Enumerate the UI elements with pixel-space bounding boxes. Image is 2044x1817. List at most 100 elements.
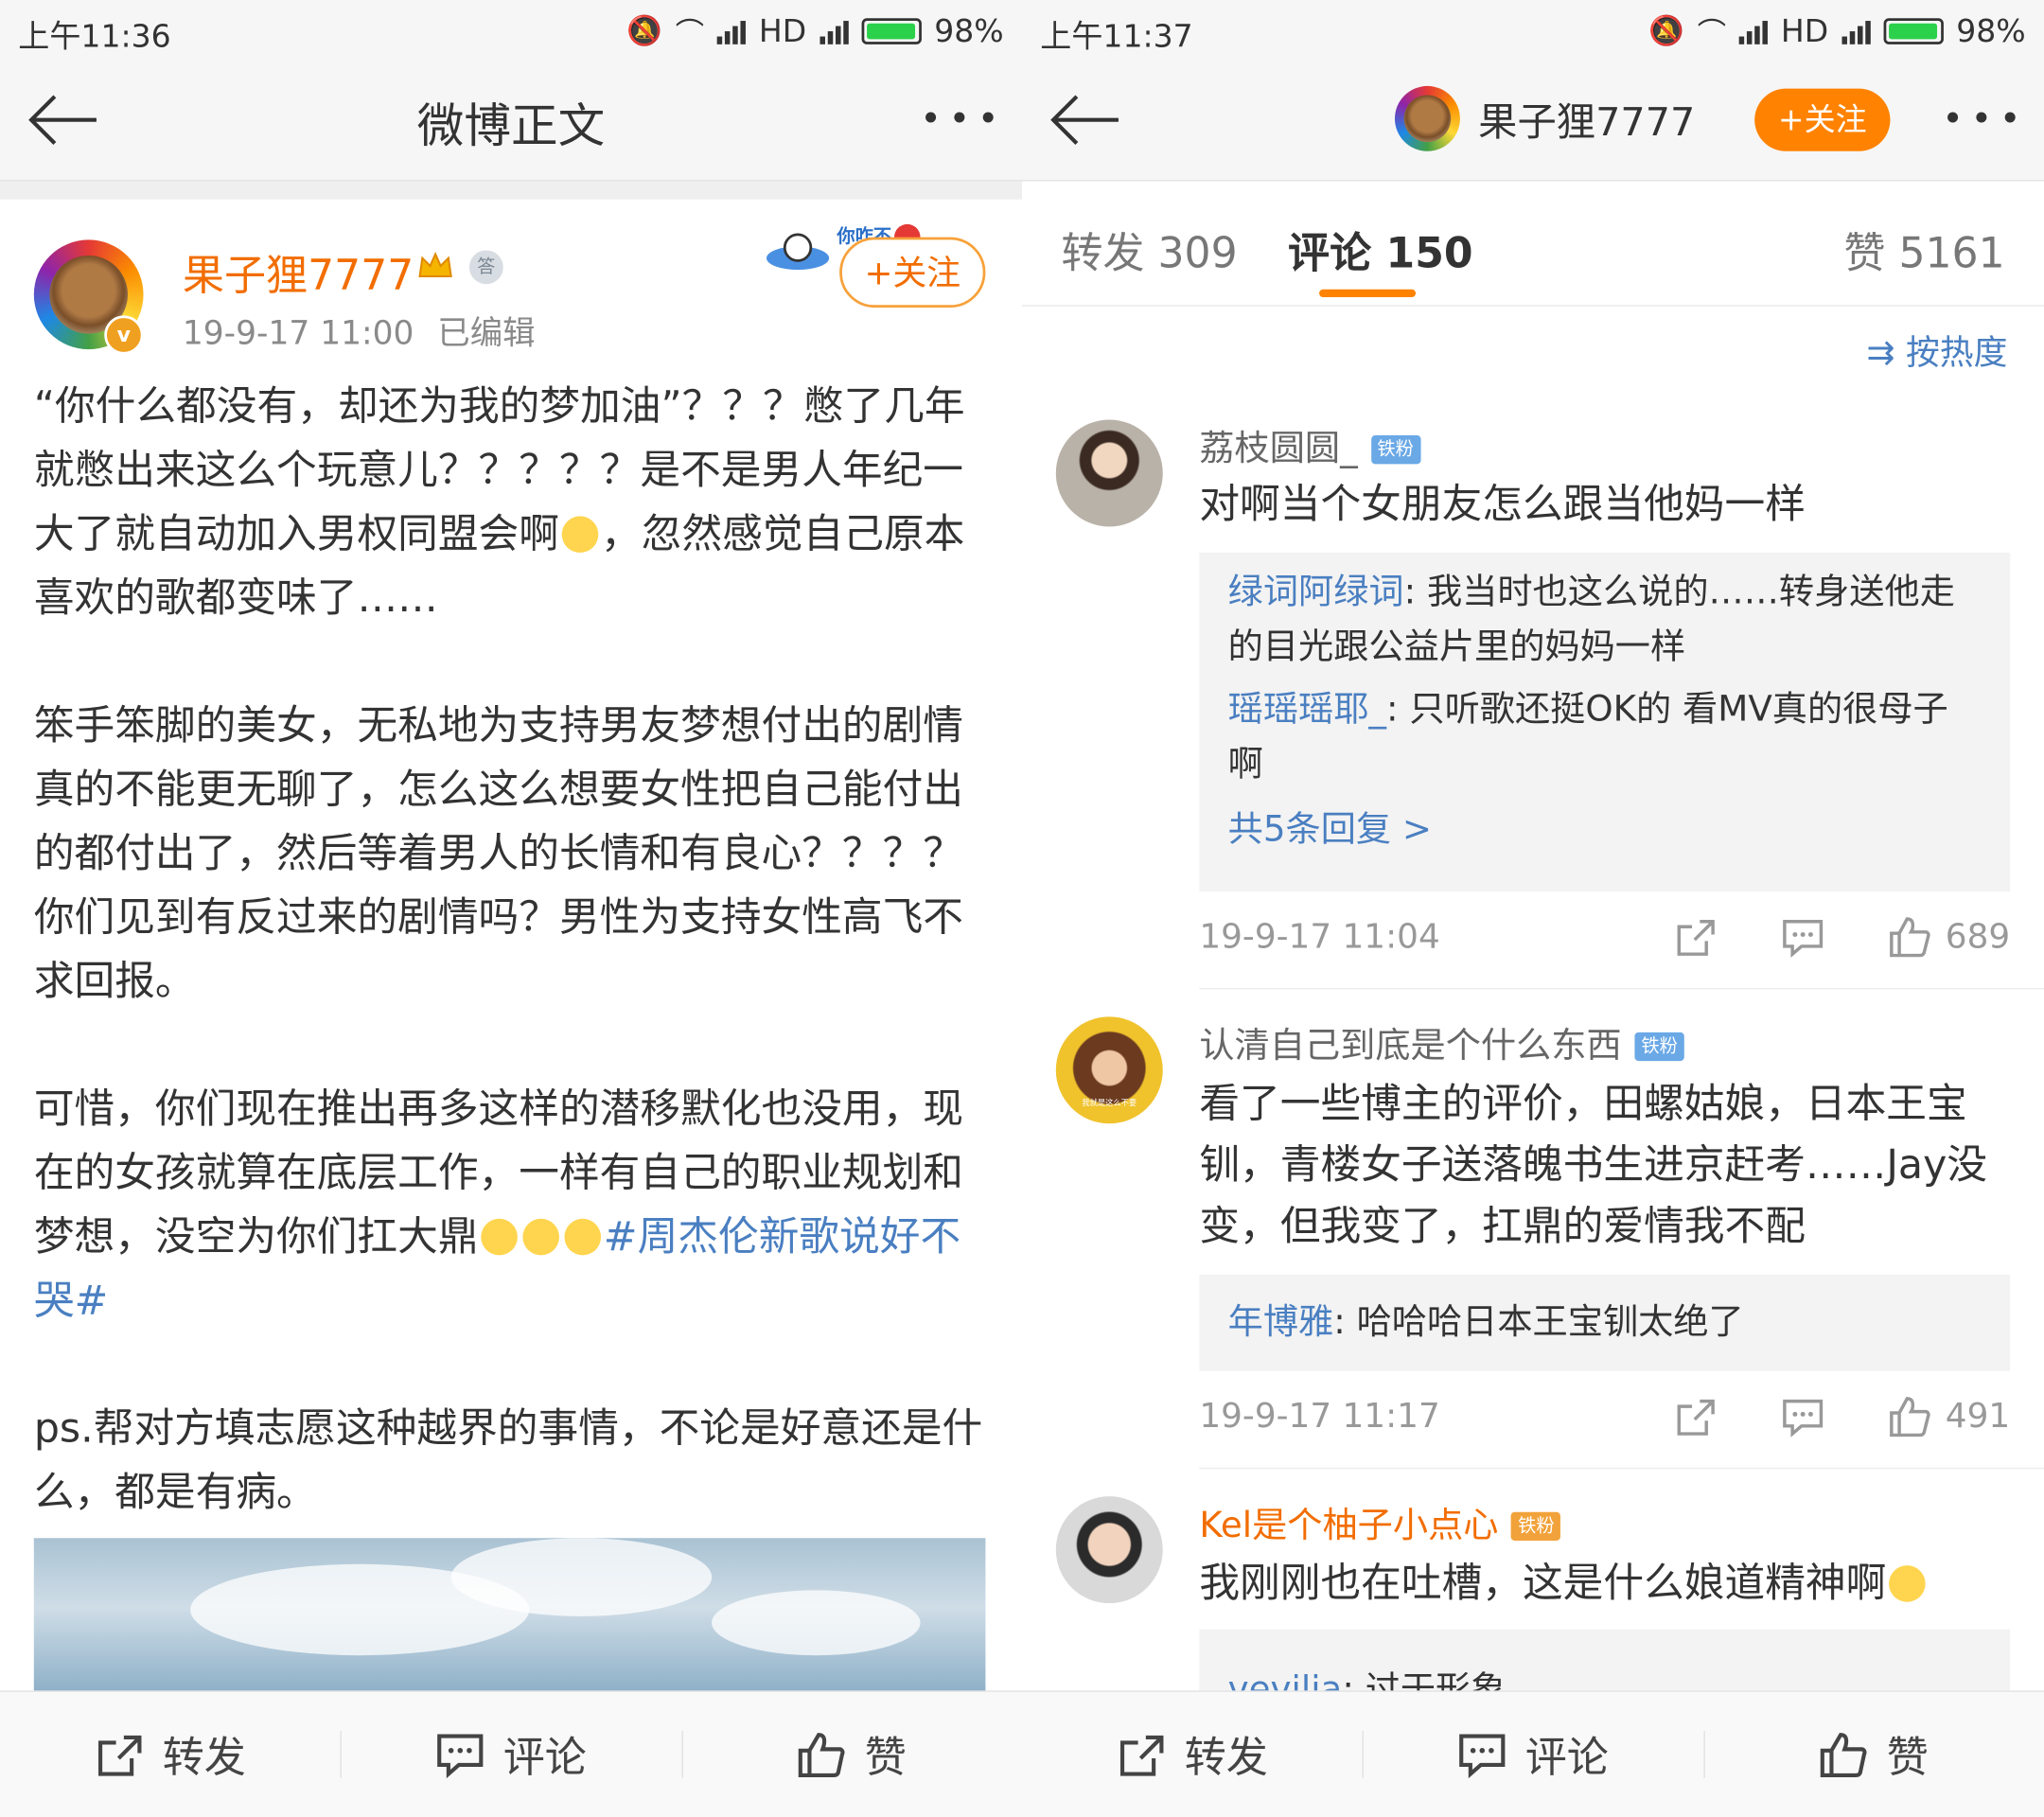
comment-time: 19-9-17 11:04 [1199, 917, 1440, 957]
follow-button[interactable]: +关注 [1754, 88, 1891, 151]
action-bar: 转发 评论 赞 [0, 1690, 1022, 1817]
repost-button[interactable]: 转发 [0, 1692, 341, 1817]
repost-icon[interactable] [1674, 1395, 1718, 1439]
sort-icon: ⇉ [1866, 333, 1906, 373]
comment-icon[interactable] [1781, 915, 1825, 960]
commenter-avatar[interactable]: 我就是这么不要 [1055, 1016, 1163, 1124]
status-bar: 上午11:37 🔕 ⌒ HD 98% [1021, 0, 2044, 61]
sort-by-hot-button[interactable]: ⇉ 按热度 [1867, 326, 2008, 374]
sort-label: 按热度 [1905, 333, 2008, 373]
reply-author[interactable]: 年博雅 [1228, 1302, 1334, 1343]
back-arrow-icon[interactable] [1048, 91, 1121, 149]
reply-item: 绿词阿绿词: 我当时也这么说的……转身送他走的目光跟公益片里的妈妈一样 [1228, 566, 1982, 676]
signal-icon-2 [819, 18, 849, 44]
battery-level: 98% [1956, 12, 2026, 50]
more-replies-link[interactable]: 共5条回复 > [1228, 803, 1982, 857]
commenter-name[interactable]: 荔枝圆圆_ 铁粉 [1199, 420, 1420, 471]
edited-label: 已编辑 [437, 313, 536, 352]
comment-time: 19-9-17 11:17 [1199, 1397, 1440, 1437]
author-avatar[interactable] [1394, 85, 1460, 151]
repost-label: 转发 [1184, 1732, 1268, 1782]
more-options-icon[interactable] [1947, 112, 2016, 123]
post-image[interactable] [33, 1538, 986, 1692]
thumbs-up-icon[interactable] [1888, 1395, 1932, 1439]
reply-box[interactable]: 绿词阿绿词: 我当时也这么说的……转身送他走的目光跟公益片里的妈妈一样 瑶瑶瑶耶… [1199, 552, 2011, 892]
reply-item: 瑶瑶瑶耶_: 只听歌还挺OK的 看MV真的很母子啊 [1228, 683, 1982, 793]
like-count: 491 [1945, 1397, 2011, 1437]
status-time: 上午11:37 [1040, 18, 1193, 55]
thumbs-up-icon[interactable] [1888, 915, 1932, 960]
action-bar: 转发 评论 赞 [1021, 1690, 2044, 1817]
header-author[interactable]: 果子狸7777 [1394, 85, 1695, 151]
battery-level: 98% [934, 12, 1004, 50]
comment-footer: 19-9-17 11:17 491 [1199, 1395, 2010, 1447]
active-tab-indicator [1319, 289, 1417, 298]
laughing-emoji-icon [1889, 1565, 1926, 1602]
status-time: 上午11:36 [18, 18, 171, 55]
comment-text: 看了一些博主的评价，田螺姑娘，日本王宝钏，青楼女子送落魄书生进京赶考……Jay没… [1199, 1080, 1988, 1250]
thumbs-up-icon [799, 1733, 845, 1777]
reply-item: 年博雅: 哈哈哈日本王宝钏太绝了 [1228, 1296, 1982, 1350]
author-name[interactable]: 果子狸7777 [1478, 90, 1695, 148]
signal-icon [716, 18, 747, 44]
post-time: 19-9-17 11:00 [182, 313, 414, 352]
divider [1199, 988, 2044, 990]
page-title: 微博正文 [416, 100, 606, 154]
post-meta: 19-9-17 11:00 已编辑 [183, 308, 536, 355]
reply-author[interactable]: 瑶瑶瑶耶_ [1228, 690, 1386, 731]
shrug-emoji-icon [564, 1218, 602, 1256]
comment-icon [437, 1734, 484, 1779]
separator [0, 181, 1022, 200]
post-detail-screen: 上午11:36 🔕 ⌒ HD 98% 微博正文 v 果子狸7777 答 19-9 [0, 0, 1022, 1817]
repost-icon [97, 1735, 141, 1776]
signal-icon [1738, 18, 1769, 44]
like-button[interactable]: 赞 [680, 1692, 1022, 1817]
comment-button[interactable]: 评论 [340, 1692, 681, 1817]
mute-icon: 🔕 [1648, 14, 1684, 48]
commenter-avatar[interactable] [1055, 419, 1163, 527]
comment-icon [1459, 1734, 1506, 1779]
repost-icon[interactable] [1674, 915, 1718, 960]
post-content: “你什么都没有，却还为我的梦加油”？？？憋了几年就憋出来这么个玩意儿？？？？？是… [34, 376, 991, 1589]
mute-icon: 🔕 [626, 14, 662, 48]
reply-text: : 哈哈哈日本王宝钏太绝了 [1333, 1301, 1744, 1343]
comment-icon[interactable] [1781, 1395, 1825, 1439]
reply-author[interactable]: 绿词阿绿词 [1228, 573, 1404, 613]
status-bar: 上午11:36 🔕 ⌒ HD 98% [0, 0, 1022, 61]
repost-label: 转发 [162, 1732, 246, 1782]
comment-text: 对啊当个女朋友怎么跟当他妈一样 [1199, 481, 1806, 528]
tab-repost[interactable]: 转发 309 [1061, 221, 1237, 280]
like-button[interactable]: 赞 [1702, 1692, 2044, 1817]
tab-like[interactable]: 赞 5161 [1843, 221, 2004, 280]
comment-label: 评论 [502, 1732, 587, 1782]
shrug-emoji-icon [522, 1218, 559, 1256]
divider [1199, 1467, 2044, 1470]
repost-button[interactable]: 转发 [1022, 1692, 1363, 1817]
follow-button[interactable]: +关注 [839, 237, 986, 309]
like-count: 689 [1945, 917, 2011, 957]
verified-badge-icon: v [104, 315, 144, 355]
fan-badge: 铁粉 [1511, 1511, 1561, 1542]
network-type: HD [758, 12, 807, 50]
comment-footer: 19-9-17 11:04 689 [1199, 915, 2010, 967]
more-options-icon[interactable] [925, 112, 994, 123]
commenter-name[interactable]: 认清自己到底是个什么东西 铁粉 [1199, 1016, 1684, 1067]
wifi-icon: ⌒ [675, 18, 705, 51]
author-name[interactable]: 果子狸7777 [183, 242, 414, 302]
post-paragraph: 笨手笨脚的美女，无私地为支持男友梦想付出的剧情真的不能更无聊了，怎么这么想要女性… [33, 702, 964, 1005]
repost-icon [1119, 1735, 1163, 1776]
shrug-emoji-icon [481, 1218, 518, 1256]
top-nav-bar: 微博正文 [0, 60, 1022, 182]
like-label: 赞 [864, 1732, 907, 1782]
comment-label: 评论 [1524, 1732, 1609, 1782]
post-paragraph: 可惜，你们现在推出再多这样的潜移默化也没用，现在的女孩就算在底层工作，一样有自己… [34, 1078, 991, 1333]
tab-comment[interactable]: 评论 150 [1288, 221, 1473, 280]
fan-badge: 铁粉 [1370, 435, 1420, 465]
comment-text-body: 我刚刚也在吐槽，这是什么娘道精神啊 [1199, 1560, 1887, 1608]
comment-button[interactable]: 评论 [1362, 1692, 1703, 1817]
commenter-name[interactable]: Kel是个柚子小点心 铁粉 [1199, 1496, 1561, 1547]
commenter-avatar[interactable] [1055, 1496, 1163, 1604]
reply-box[interactable]: 年博雅: 哈哈哈日本王宝钏太绝了 [1199, 1275, 2011, 1371]
battery-icon [1883, 18, 1944, 44]
fan-badge: 铁粉 [1634, 1032, 1684, 1062]
